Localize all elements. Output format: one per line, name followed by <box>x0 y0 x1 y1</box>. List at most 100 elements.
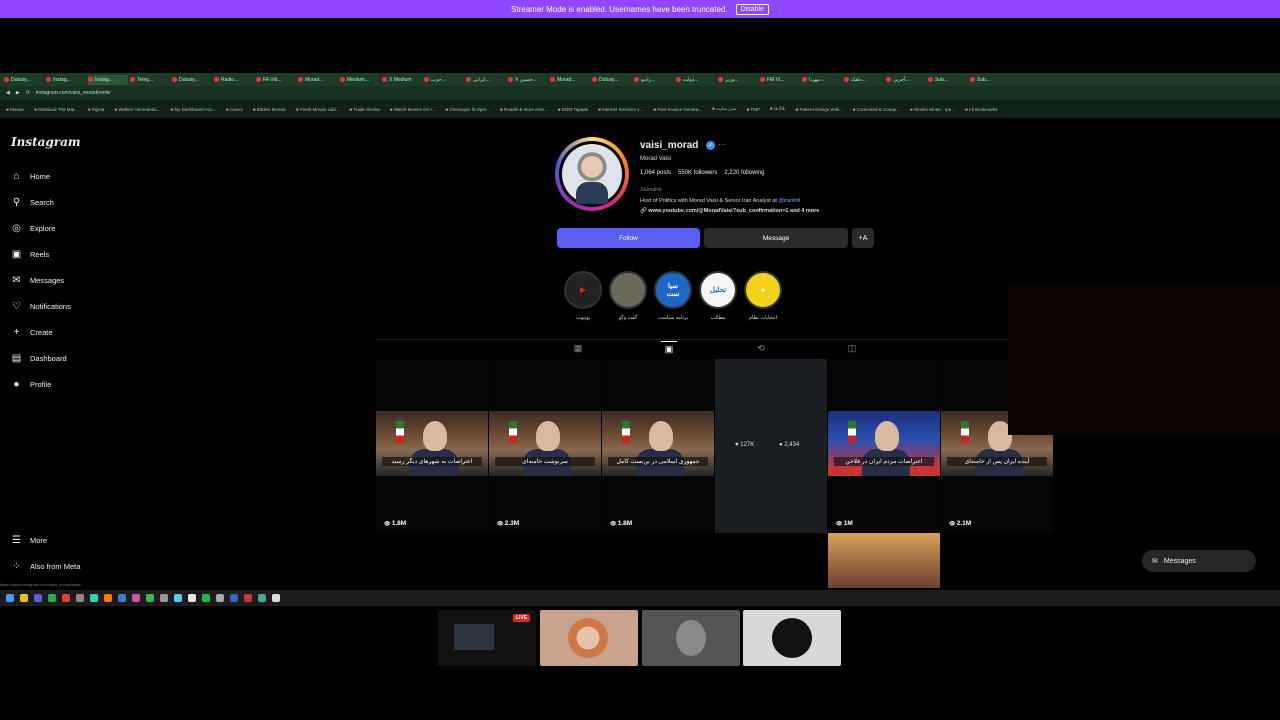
disable-button[interactable]: Disable <box>735 3 769 15</box>
bookmark-item[interactable]: Trade Stonks <box>349 107 380 112</box>
bookmark-item[interactable]: Free Invoice Genera... <box>653 107 702 112</box>
taskbar-app-icon[interactable] <box>188 594 196 602</box>
sidebar-item-create[interactable]: + Create <box>11 327 53 338</box>
reel-tile[interactable]: اعتراضات مردم ایران در فلاخن 1M <box>828 359 940 533</box>
tab-posts-grid-icon[interactable]: ▦ <box>570 341 586 355</box>
browser-tab[interactable]: Radio... <box>214 75 254 85</box>
profile-link[interactable]: 🔗 www.youtube.com/@MoradVaisi?sub_confir… <box>640 208 819 214</box>
bookmark-item[interactable]: Watch Movies On I... <box>390 107 436 112</box>
message-button[interactable]: Message <box>704 228 848 248</box>
bookmark-item[interactable]: DOM Tapado <box>558 107 588 112</box>
bookmark-item[interactable]: Stonks winter - Ipe... <box>910 107 955 112</box>
browser-tab[interactable]: Morad... <box>550 75 590 85</box>
bookmark-item[interactable]: Figma <box>88 107 105 112</box>
instagram-logo[interactable]: Instagram <box>11 135 81 149</box>
tab-tagged-icon[interactable]: ◫ <box>844 341 860 355</box>
bookmark-item[interactable]: Command & Conqu... <box>853 107 900 112</box>
sidebar-item-dashboard[interactable]: ▤ Dashboard <box>11 353 67 364</box>
browser-tab[interactable]: مهرنا... <box>802 75 842 85</box>
browser-tab[interactable]: Dubaiy... <box>4 75 44 85</box>
taskbar-app-icon[interactable] <box>258 594 266 602</box>
follow-button[interactable]: Follow <box>557 228 700 248</box>
taskbar-app-icon[interactable] <box>230 594 238 602</box>
messages-pill[interactable]: ✉ Messages <box>1142 550 1256 572</box>
bookmark-item[interactable]: Mobiloud 'Pet Mat... <box>34 107 78 112</box>
browser-tab[interactable]: FM Vi... <box>760 75 800 85</box>
profile-avatar[interactable] <box>555 137 629 211</box>
sidebar-item-messages[interactable]: ✉ Messages <box>11 275 64 286</box>
bio-mention-link[interactable]: @iranintl <box>778 198 800 204</box>
browser-tab[interactable]: آخرین... <box>886 75 926 85</box>
followers-count[interactable]: 550K followers <box>678 170 717 176</box>
bookmark-item[interactable]: Canva <box>226 107 243 112</box>
taskbar-app-icon[interactable] <box>244 594 252 602</box>
taskbar-app-icon[interactable] <box>174 594 182 602</box>
browser-tab[interactable]: Teleg... <box>130 75 170 85</box>
bookmark-item[interactable]: Fresh Mosaic add... <box>296 107 340 112</box>
story-highlight[interactable]: ▶ یوتیوب <box>563 271 603 321</box>
forward-icon[interactable]: ▶ <box>16 90 20 96</box>
reel-tile[interactable] <box>828 533 940 588</box>
bookmark-item[interactable]: TMP <box>747 107 761 112</box>
reload-icon[interactable]: ⟳ <box>26 90 30 96</box>
story-highlight[interactable]: گفت وگو <box>608 271 648 321</box>
bookmark-item[interactable]: Mosaic <box>6 107 24 112</box>
taskbar-app-icon[interactable] <box>76 594 84 602</box>
sidebar-item-home[interactable]: ⌂ Home <box>11 171 50 182</box>
bookmark-item[interactable]: All Bookmarks <box>965 107 998 112</box>
browser-tab[interactable]: Sub... <box>928 75 968 85</box>
browser-tab[interactable]: Medium... <box>340 75 380 85</box>
back-icon[interactable]: ◀ <box>6 90 10 96</box>
suggested-users-button[interactable]: +A <box>852 228 874 248</box>
browser-tab[interactable]: ایرانی... <box>466 75 506 85</box>
reel-tile[interactable]: سرنوشت خامنه‌ای 2.3M <box>489 359 601 533</box>
profile-link-text[interactable]: www.youtube.com/@MoradVaisi?sub_confirma… <box>648 208 819 214</box>
taskbar-app-icon[interactable] <box>202 594 210 602</box>
tab-reels-icon[interactable]: ▣ <box>661 341 677 356</box>
bookmark-item[interactable]: Chessquiz fit Oper... <box>445 107 490 112</box>
browser-tab[interactable]: Dubaiy... <box>592 75 632 85</box>
browser-tab[interactable]: وزیر... <box>718 75 758 85</box>
sidebar-item-search[interactable]: ⚲ Search <box>11 197 54 208</box>
browser-tab[interactable]: دلقک... <box>844 75 884 85</box>
browser-tab[interactable]: X Medium <box>382 75 422 85</box>
browser-tab[interactable]: Instag... <box>46 75 86 85</box>
story-highlight[interactable]: سیا ست برنامه سیاست <box>653 271 693 321</box>
taskbar-app-icon[interactable] <box>216 594 224 602</box>
sidebar-item-more[interactable]: ☰ More <box>11 535 47 546</box>
sidebar-item-profile[interactable]: ● Profile <box>11 379 51 390</box>
taskbar-app-icon[interactable] <box>118 594 126 602</box>
taskbar-app-icon[interactable] <box>20 594 28 602</box>
reel-tile[interactable]: جمهوری اسلامی در بن‌بست کامل 1.8M <box>602 359 714 533</box>
bookmark-item[interactable]: Walkeri commando... <box>114 107 160 112</box>
taskbar-app-icon[interactable] <box>34 594 42 602</box>
taskbar-app-icon[interactable] <box>146 594 154 602</box>
reel-tile-hovered[interactable]: ♥ 127K ● 2,434 <box>715 359 827 533</box>
taskbar-app-icon[interactable] <box>6 594 14 602</box>
reel-tile[interactable]: اعتراضات به شهرهای دیگر رسید 1.8M <box>376 359 488 533</box>
bookmark-item[interactable]: بلاگ‌فا <box>770 106 786 112</box>
bookmark-item[interactable]: Internet Services 1... <box>598 107 643 112</box>
bookmark-item[interactable]: Roadie & more Ants... <box>500 107 548 112</box>
sidebar-item-notifications[interactable]: ♡ Notifications <box>11 301 71 312</box>
stream-participant-1[interactable] <box>540 610 638 666</box>
taskbar-app-icon[interactable] <box>160 594 168 602</box>
browser-tab[interactable]: رادیو... <box>634 75 674 85</box>
sidebar-item-explore[interactable]: ◎ Explore <box>11 223 55 234</box>
bookmark-item[interactable]: My Dashboard Acc... <box>170 107 216 112</box>
stream-participant-2[interactable] <box>642 610 740 666</box>
browser-tab[interactable]: Dubaiy... <box>172 75 212 85</box>
sidebar-item-reels[interactable]: ▣ Reels <box>11 249 49 260</box>
address-bar[interactable]: instagram.com/vaisi_morad/reels/ <box>36 90 111 96</box>
taskbar-app-icon[interactable] <box>132 594 140 602</box>
bookmark-item[interactable]: Bitdew Mosaic <box>253 107 286 112</box>
browser-tab[interactable]: دولت... <box>676 75 716 85</box>
bookmark-item[interactable]: Pattern Design Wiki... <box>796 107 842 112</box>
taskbar-app-icon[interactable] <box>272 594 280 602</box>
sidebar-item-also-from-meta[interactable]: ⁘ Also from Meta <box>11 561 80 572</box>
browser-tab[interactable]: Sub... <box>970 75 1010 85</box>
browser-tab[interactable]: FA Vid... <box>256 75 296 85</box>
taskbar-app-icon[interactable] <box>90 594 98 602</box>
story-highlight[interactable]: ● انتخابات نظام <box>743 271 783 321</box>
taskbar-app-icon[interactable] <box>104 594 112 602</box>
